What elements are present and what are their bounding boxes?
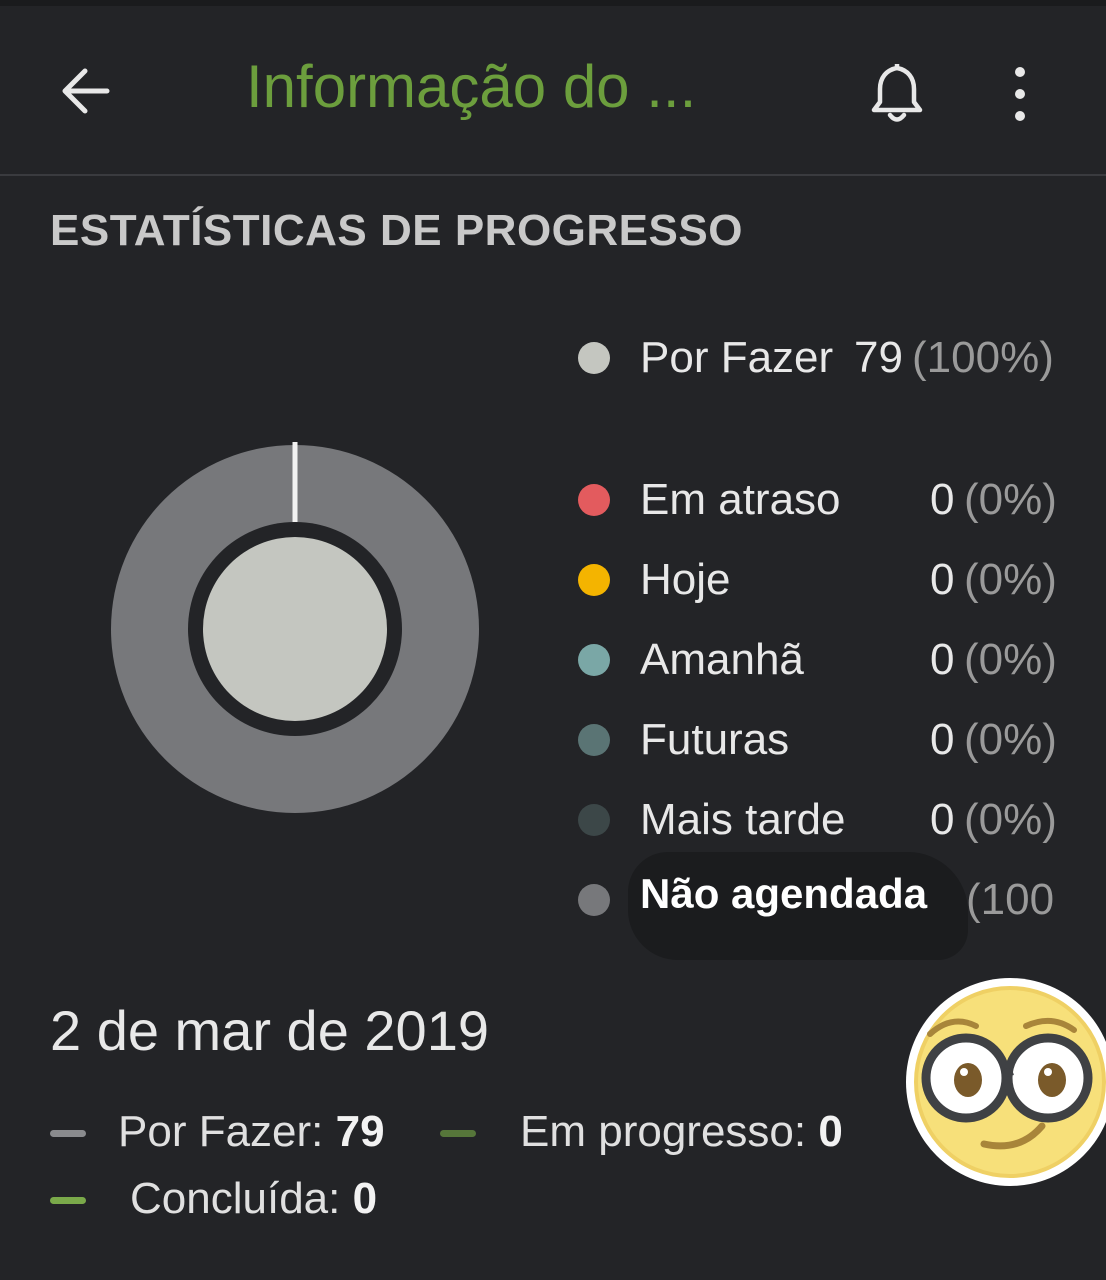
back-button[interactable] (56, 62, 114, 120)
legend-dot-icon (578, 724, 610, 756)
legend-dot-icon (578, 484, 610, 516)
back-arrow-icon (62, 68, 110, 114)
more-vertical-icon (1015, 67, 1025, 121)
legend-dot-icon (578, 804, 610, 836)
legend-row-amanha: Amanhã 0 (0%) (578, 630, 1078, 690)
legend-percent: (100%) (912, 333, 1054, 382)
legend-count: 0 (930, 555, 955, 604)
legend-label: Mais tarde (640, 795, 846, 844)
legend-percent: (0%) (964, 475, 1057, 524)
legend-row-mais-tarde: Mais tarde 0 (0%) (578, 790, 1078, 850)
legend-label: Hoje (640, 555, 731, 604)
legend-row-em-atraso: Em atraso 0 (0%) (578, 470, 1078, 530)
legend-percent: (0%) (964, 635, 1057, 684)
legend-count: 0 (930, 795, 955, 844)
legend-row-futuras: Futuras 0 (0%) (578, 710, 1078, 770)
legend-dot-icon (578, 564, 610, 596)
inprogress-label: Em progresso: (520, 1107, 819, 1156)
legend-count: 0 (930, 635, 955, 684)
done-label: Concluída: (130, 1174, 353, 1223)
progress-legend-inprogress: Em progresso: 0 (440, 1104, 870, 1160)
done-dash-icon (50, 1197, 86, 1204)
appbar-divider (0, 174, 1106, 176)
legend-count: 0 (930, 715, 955, 764)
legend-label: Em atraso (640, 475, 841, 524)
legend-row-hoje: Hoje 0 (0%) (578, 550, 1078, 610)
legend-percent: (100 (966, 875, 1055, 924)
progress-donut-chart (111, 442, 479, 813)
inprogress-value: 0 (818, 1107, 843, 1156)
todo-label: Por Fazer: (118, 1107, 336, 1156)
bell-icon (871, 64, 923, 122)
legend-percent: (0%) (964, 555, 1057, 604)
donut-start-marker (292, 442, 298, 522)
more-options-button[interactable] (1000, 64, 1040, 124)
legend-percent: (0%) (964, 715, 1057, 764)
donut-center-todo (203, 537, 387, 721)
legend-dot-icon (578, 644, 610, 676)
legend-count: 0 (930, 475, 955, 524)
legend-dot-icon (578, 884, 610, 916)
todo-value: 79 (335, 1107, 385, 1156)
legend-dot-icon (578, 342, 610, 374)
done-value: 0 (352, 1174, 378, 1223)
notification-button[interactable] (866, 58, 928, 126)
legend-label-nao-agendada: Não agendada (640, 870, 928, 917)
legend-label: Futuras (640, 715, 790, 764)
todo-dash-icon (50, 1130, 86, 1137)
progress-legend-todo: Por Fazer: 79 (50, 1104, 410, 1160)
legend-label: Amanhã (640, 635, 804, 684)
progress-legend-done: Concluída: 0 (50, 1171, 410, 1227)
stats-date: 2 de mar de 2019 (50, 999, 489, 1062)
section-title: ESTATÍSTICAS DE PROGRESSO (50, 206, 743, 255)
page-title: Informação do ... (246, 53, 697, 120)
nerd-face-emoji-icon (906, 978, 1106, 1186)
legend-label: Por Fazer (640, 333, 834, 382)
legend-row-por-fazer: Por Fazer 79 (100%) (578, 328, 1078, 388)
legend-percent: (0%) (964, 795, 1057, 844)
inprogress-dash-icon (440, 1130, 476, 1137)
legend-count: 79 (854, 333, 903, 382)
